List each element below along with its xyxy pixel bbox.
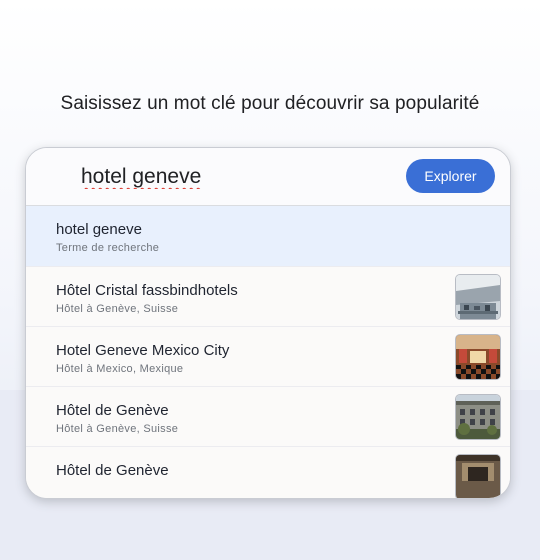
hotel-facade-thumbnail	[455, 394, 501, 440]
suggestion-subtitle: Hôtel à Genève, Suisse	[56, 303, 179, 315]
page-prompt: Saisissez un mot clé pour découvrir sa p…	[60, 93, 480, 114]
suggestion-title: hotel geneve	[56, 221, 142, 238]
suggestion-subtitle: Hôtel à Mexico, Mexique	[56, 363, 184, 375]
search-card: Explorer hotel geneve Terme de recherche…	[25, 147, 511, 499]
suggestion-list: hotel geneve Terme de recherche Hôtel Cr…	[26, 206, 510, 498]
suggestion-subtitle: Hôtel à Genève, Suisse	[56, 423, 179, 435]
suggestion-item-hotel-cristal[interactable]: Hôtel Cristal fassbindhotels Hôtel à Gen…	[26, 267, 510, 327]
suggestion-title: Hôtel de Genève	[56, 462, 169, 479]
hotel-lobby-thumbnail	[455, 274, 501, 320]
suggestion-item-search-term[interactable]: hotel geneve Terme de recherche	[26, 206, 510, 267]
hotel-hall-checkered-floor-thumbnail	[455, 334, 501, 380]
suggestion-subtitle: Terme de recherche	[56, 242, 160, 254]
search-input[interactable]	[81, 162, 381, 192]
suggestion-item-hotel-geneve-mexico[interactable]: Hotel Geneve Mexico City Hôtel à Mexico,…	[26, 327, 510, 387]
search-bar: Explorer	[26, 148, 510, 206]
suggestion-title: Hotel Geneve Mexico City	[56, 342, 230, 359]
suggestion-title: Hôtel de Genève	[56, 402, 169, 419]
suggestion-item-hotel-de-geneve[interactable]: Hôtel de Genève Hôtel à Genève, Suisse	[26, 387, 510, 447]
hotel-entrance-thumbnail	[455, 454, 501, 498]
suggestion-item-hotel-de-geneve-2[interactable]: Hôtel de Genève	[26, 447, 510, 498]
suggestion-title: Hôtel Cristal fassbindhotels	[56, 282, 238, 299]
explore-button[interactable]: Explorer	[406, 159, 495, 193]
